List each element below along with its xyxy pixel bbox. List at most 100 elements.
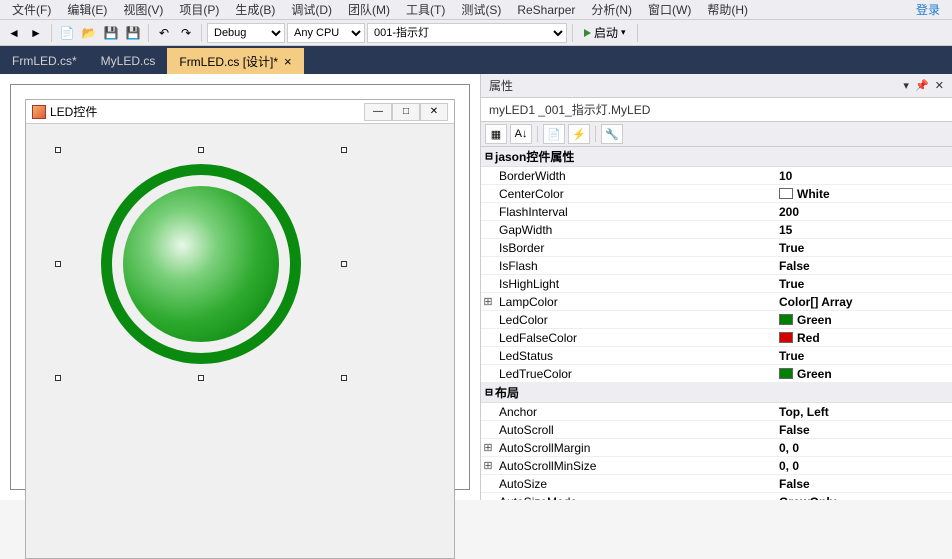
minimize-button[interactable]: —	[364, 103, 392, 121]
expand-icon[interactable]: ⊞	[481, 459, 495, 473]
property-row[interactable]: ⊞AutoScrollMinSize0, 0	[481, 457, 952, 475]
document-tab[interactable]: FrmLED.cs [设计]*×	[167, 48, 303, 74]
menu-item[interactable]: 窗口(W)	[640, 0, 699, 20]
property-row[interactable]: IsHighLightTrue	[481, 275, 952, 293]
resize-handle[interactable]	[341, 261, 347, 267]
menu-item[interactable]: 生成(B)	[227, 0, 283, 20]
property-row[interactable]: FlashInterval200	[481, 203, 952, 221]
form-window[interactable]: LED控件 — □ ✕	[25, 99, 455, 559]
property-value[interactable]: 0, 0	[775, 459, 952, 473]
open-button[interactable]: 📂	[79, 23, 99, 43]
property-row[interactable]: GapWidth15	[481, 221, 952, 239]
menu-item[interactable]: 文件(F)	[4, 0, 59, 20]
resize-handle[interactable]	[341, 147, 347, 153]
property-value[interactable]: 200	[775, 205, 952, 219]
menu-item[interactable]: 帮助(H)	[699, 0, 756, 20]
property-value[interactable]: False	[775, 423, 952, 437]
collapse-icon[interactable]: ⊟	[483, 149, 495, 164]
color-swatch	[779, 368, 793, 379]
property-value[interactable]: True	[775, 277, 952, 291]
config-select[interactable]: Debug	[207, 23, 285, 43]
property-row[interactable]: AutoSizeFalse	[481, 475, 952, 493]
property-name: IsBorder	[495, 241, 775, 255]
menu-item[interactable]: 调试(D)	[283, 0, 340, 20]
property-value[interactable]: False	[775, 477, 952, 491]
resize-handle[interactable]	[55, 147, 61, 153]
save-button[interactable]: 💾	[101, 23, 121, 43]
menu-item[interactable]: 项目(P)	[171, 0, 227, 20]
property-value[interactable]: True	[775, 349, 952, 363]
led-control-selection[interactable]	[58, 150, 344, 378]
collapse-icon[interactable]: ⊟	[483, 385, 495, 400]
resize-handle[interactable]	[198, 147, 204, 153]
properties-button[interactable]: 📄	[543, 124, 565, 144]
property-row[interactable]: BorderWidth10	[481, 167, 952, 185]
maximize-button[interactable]: □	[392, 103, 420, 121]
document-tab[interactable]: MyLED.cs	[89, 48, 168, 74]
document-tab[interactable]: FrmLED.cs*	[0, 48, 89, 74]
close-icon[interactable]: ×	[284, 55, 292, 68]
property-value[interactable]: 15	[775, 223, 952, 237]
property-row[interactable]: IsFlashFalse	[481, 257, 952, 275]
back-button[interactable]: ◄	[4, 23, 24, 43]
property-name: CenterColor	[495, 187, 775, 201]
pin-icon[interactable]: ▾ 📌 ✕	[903, 79, 944, 92]
property-value[interactable]: True	[775, 241, 952, 255]
platform-select[interactable]: Any CPU	[287, 23, 365, 43]
expand-icon[interactable]: ⊞	[481, 441, 495, 455]
resize-handle[interactable]	[55, 375, 61, 381]
resize-handle[interactable]	[341, 375, 347, 381]
property-row[interactable]: AutoSizeModeGrowOnly	[481, 493, 952, 500]
property-category[interactable]: ⊟布局	[481, 383, 952, 403]
close-button[interactable]: ✕	[420, 103, 448, 121]
property-value[interactable]: White	[775, 187, 952, 201]
property-row[interactable]: LedFalseColorRed	[481, 329, 952, 347]
property-value[interactable]: 10	[775, 169, 952, 183]
property-row[interactable]: LedStatusTrue	[481, 347, 952, 365]
property-value[interactable]: Top, Left	[775, 405, 952, 419]
save-all-button[interactable]: 💾	[123, 23, 143, 43]
categorized-button[interactable]: ▦	[485, 124, 507, 144]
property-row[interactable]: AnchorTop, Left	[481, 403, 952, 421]
property-row[interactable]: ⊞LampColorColor[] Array	[481, 293, 952, 311]
menu-item[interactable]: 工具(T)	[398, 0, 453, 20]
menu-item[interactable]: 分析(N)	[583, 0, 640, 20]
property-value[interactable]: Color[] Array	[775, 295, 952, 309]
expand-icon[interactable]: ⊞	[481, 295, 495, 309]
forward-button[interactable]: ►	[26, 23, 46, 43]
property-grid[interactable]: ⊟jason控件属性BorderWidth10CenterColorWhiteF…	[481, 147, 952, 500]
login-link[interactable]: 登录	[908, 0, 948, 20]
new-button[interactable]: 📄	[57, 23, 77, 43]
property-value[interactable]: GrowOnly	[775, 495, 952, 501]
undo-button[interactable]: ↶	[154, 23, 174, 43]
property-row[interactable]: LedColorGreen	[481, 311, 952, 329]
property-pages-button[interactable]: 🔧	[601, 124, 623, 144]
led-control[interactable]	[101, 164, 301, 364]
events-button[interactable]: ⚡	[568, 124, 590, 144]
designer-surface[interactable]: LED控件 — □ ✕	[0, 74, 480, 500]
property-row[interactable]: AutoScrollFalse	[481, 421, 952, 439]
resize-handle[interactable]	[55, 261, 61, 267]
startup-select[interactable]: 001-指示灯	[367, 23, 567, 43]
selected-object[interactable]: myLED1 _001_指示灯.MyLED	[481, 98, 952, 122]
property-row[interactable]: IsBorderTrue	[481, 239, 952, 257]
property-value[interactable]: 0, 0	[775, 441, 952, 455]
start-button[interactable]: 启动 ▾	[578, 23, 632, 43]
property-value[interactable]: Red	[775, 331, 952, 345]
menu-item[interactable]: 视图(V)	[115, 0, 171, 20]
property-value[interactable]: Green	[775, 367, 952, 381]
menu-item[interactable]: 团队(M)	[340, 0, 398, 20]
alphabetical-button[interactable]: A↓	[510, 124, 532, 144]
property-row[interactable]: CenterColorWhite	[481, 185, 952, 203]
resize-handle[interactable]	[198, 375, 204, 381]
property-row[interactable]: ⊞AutoScrollMargin0, 0	[481, 439, 952, 457]
redo-button[interactable]: ↷	[176, 23, 196, 43]
property-row[interactable]: LedTrueColorGreen	[481, 365, 952, 383]
property-category[interactable]: ⊟jason控件属性	[481, 147, 952, 167]
properties-panel: 属性 ▾ 📌 ✕ myLED1 _001_指示灯.MyLED ▦ A↓ 📄 ⚡ …	[480, 74, 952, 500]
menu-item[interactable]: 编辑(E)	[59, 0, 115, 20]
property-value[interactable]: Green	[775, 313, 952, 327]
menu-item[interactable]: 测试(S)	[453, 0, 509, 20]
property-value[interactable]: False	[775, 259, 952, 273]
menu-item[interactable]: ReSharper	[509, 1, 583, 19]
